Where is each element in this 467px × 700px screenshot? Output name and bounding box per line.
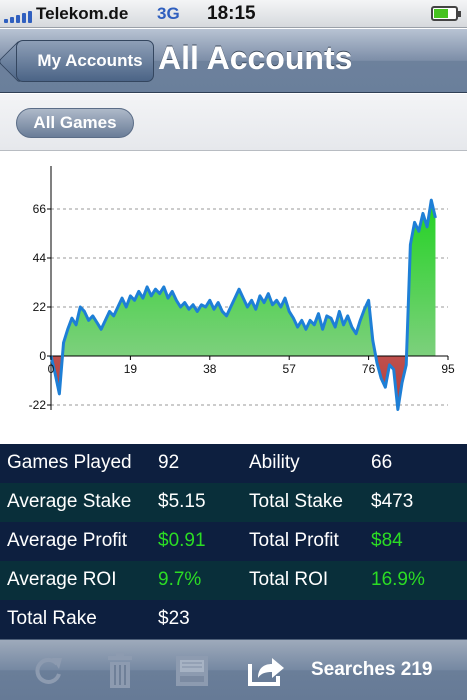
stats-row-stake: Average Stake $5.15 Total Stake $473 [0, 483, 467, 522]
page-title: All Accounts [158, 40, 353, 76]
y-tick-label: 66 [33, 202, 47, 216]
stat-label: Average Profit [7, 530, 128, 551]
x-tick-label: 76 [362, 362, 376, 376]
stat-label: Ability [249, 452, 300, 473]
trash-icon[interactable] [100, 650, 140, 690]
filter-bar: All Games [0, 94, 467, 151]
stat-value: 92 [158, 452, 180, 473]
stat-value: $5.15 [158, 491, 206, 512]
filter-label: All Games [33, 113, 117, 132]
stats-table: Games Played 92 Ability 66 Average Stake… [0, 444, 467, 639]
bottom-toolbar: Searches 219 [0, 639, 467, 700]
stat-label: Total Rake [7, 608, 97, 629]
stat-label: Average ROI [7, 569, 117, 590]
x-tick-label: 19 [124, 362, 138, 376]
refresh-icon[interactable] [28, 650, 68, 690]
profit-chart-svg: 66 44 22 0 -22 0 19 38 57 76 95 [29, 166, 455, 412]
all-games-filter-button[interactable]: All Games [16, 108, 134, 138]
stat-value: 66 [371, 452, 393, 473]
stat-value: 9.7% [158, 569, 202, 590]
network-type: 3G [157, 4, 180, 23]
inbox-icon[interactable] [172, 650, 212, 690]
y-tick-label: 44 [33, 251, 47, 265]
stats-row-profit: Average Profit $0.91 Total Profit $84 [0, 522, 467, 561]
back-button-label: My Accounts [37, 51, 143, 70]
signal-strength-icon [4, 9, 34, 23]
stats-row-roi: Average ROI 9.7% Total ROI 16.9% [0, 561, 467, 600]
stat-value: $473 [371, 491, 414, 512]
battery-icon [431, 6, 461, 21]
status-bar: Telekom.de 3G 18:15 [0, 0, 467, 28]
stat-value: $84 [371, 530, 403, 551]
profit-area-positive [51, 200, 436, 356]
stat-value: $23 [158, 608, 190, 629]
stat-label: Average Stake [7, 491, 132, 512]
share-icon[interactable] [246, 650, 286, 690]
x-tick-label: 38 [203, 362, 217, 376]
stat-label: Games Played [7, 452, 132, 473]
navigation-bar: My Accounts All Accounts [0, 29, 467, 93]
searches-count[interactable]: Searches 219 [311, 659, 433, 681]
stat-label: Total Stake [249, 491, 343, 512]
x-tick-label: 0 [48, 362, 55, 376]
stat-label: Total ROI [249, 569, 329, 590]
stat-value: 16.9% [371, 569, 425, 590]
stats-row-games-played: Games Played 92 Ability 66 [0, 444, 467, 483]
x-tick-label: 95 [441, 362, 455, 376]
stats-row-rake: Total Rake $23 [0, 600, 467, 639]
y-tick-label: 22 [33, 300, 47, 314]
stat-label: Total Profit [249, 530, 339, 551]
stat-value: $0.91 [158, 530, 206, 551]
back-button[interactable]: My Accounts [16, 40, 154, 82]
profit-chart: 66 44 22 0 -22 0 19 38 57 76 95 [0, 152, 467, 444]
x-tick-label: 57 [283, 362, 297, 376]
status-time: 18:15 [207, 3, 256, 24]
carrier-name: Telekom.de [36, 4, 129, 23]
y-tick-label: 0 [39, 349, 46, 363]
y-tick-label: -22 [29, 398, 47, 412]
